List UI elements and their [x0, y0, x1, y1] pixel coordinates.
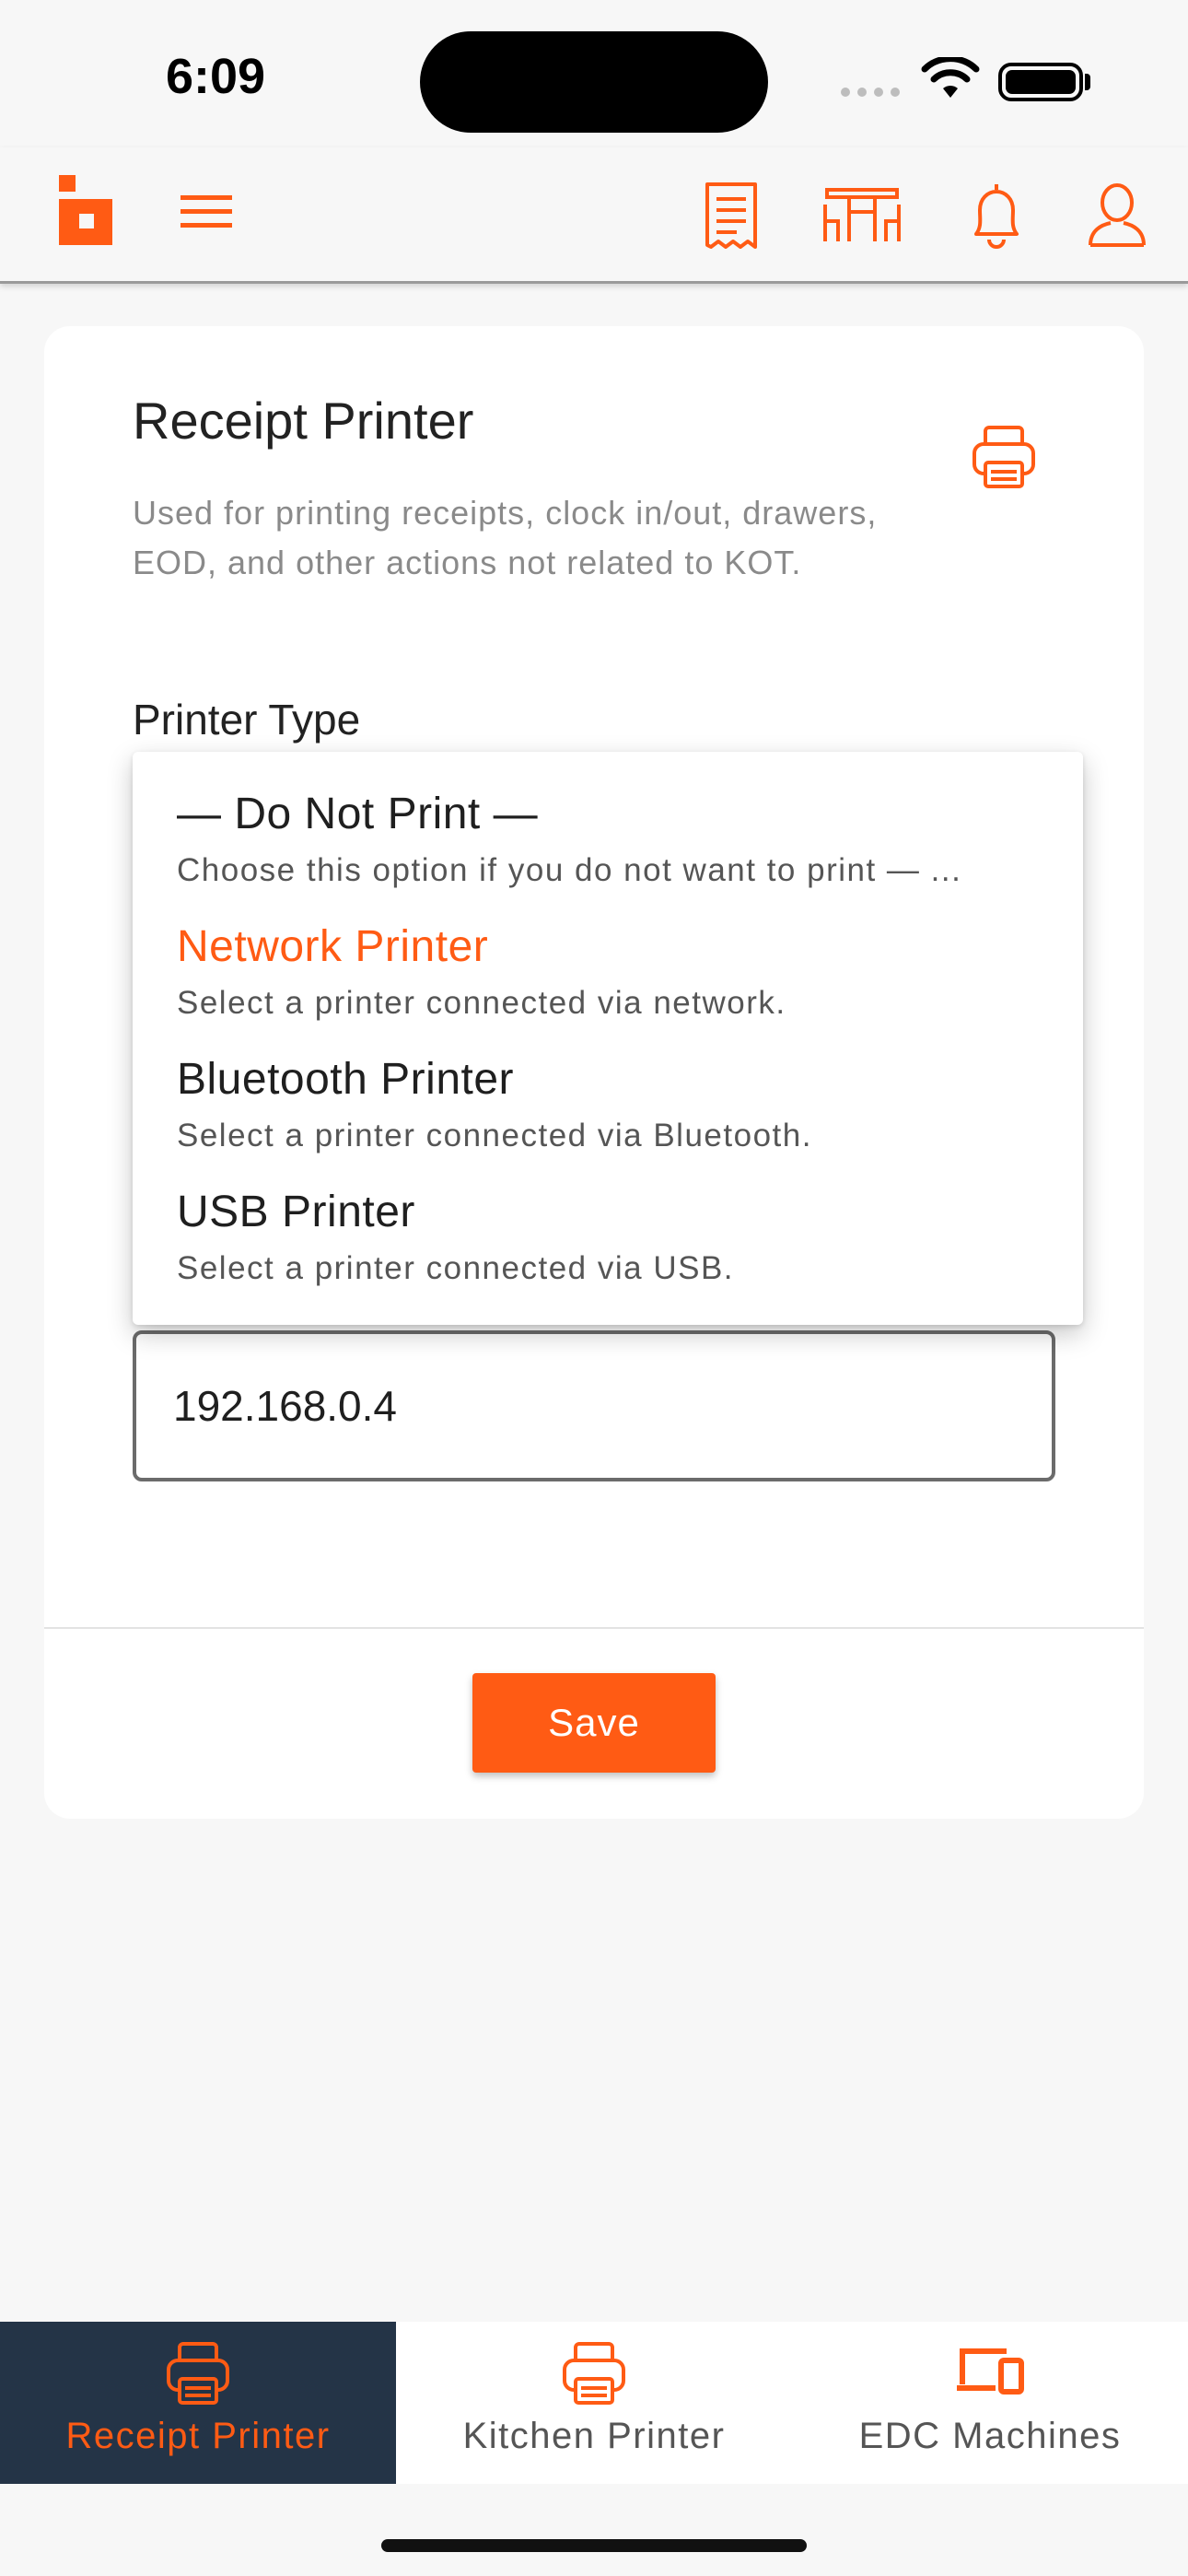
- bell-icon[interactable]: [967, 181, 1026, 249]
- printer-type-label: Printer Type: [133, 696, 361, 744]
- menu-icon[interactable]: [181, 193, 232, 230]
- home-indicator[interactable]: [381, 2539, 807, 2552]
- status-time: 6:09: [166, 49, 266, 104]
- card-title: Receipt Printer: [133, 392, 474, 450]
- option-usb-printer[interactable]: USB Printer Select a printer connected v…: [177, 1187, 1052, 1287]
- tab-kitchen-printer[interactable]: Kitchen Printer: [396, 2322, 792, 2484]
- option-subtitle: Select a printer connected via network.: [177, 985, 786, 1021]
- receipt-icon[interactable]: [704, 181, 759, 251]
- option-title: Network Printer: [177, 922, 489, 971]
- save-button[interactable]: Save: [472, 1673, 716, 1773]
- card-divider: [44, 1627, 1144, 1629]
- tab-receipt-printer[interactable]: Receipt Printer: [0, 2322, 396, 2484]
- tables-icon[interactable]: [821, 184, 903, 245]
- tab-edc-machines[interactable]: EDC Machines: [792, 2322, 1188, 2484]
- option-subtitle: Select a printer connected via Bluetooth…: [177, 1118, 812, 1153]
- ip-address-input[interactable]: 192.168.0.4: [133, 1330, 1055, 1481]
- printer-icon: [167, 2342, 229, 2405]
- battery-icon: [998, 63, 1083, 101]
- wifi-icon: [921, 57, 980, 98]
- option-title: — Do Not Print —: [177, 790, 539, 838]
- printer-icon: [563, 2342, 625, 2405]
- dynamic-island: [420, 31, 768, 133]
- app-header: [0, 147, 1188, 284]
- option-subtitle: Select a printer connected via USB.: [177, 1250, 735, 1286]
- tab-label: Kitchen Printer: [462, 2416, 726, 2456]
- battery-tip: [1085, 74, 1090, 90]
- tab-label: Receipt Printer: [65, 2416, 331, 2456]
- signal-icon: [841, 88, 900, 97]
- tab-label: EDC Machines: [858, 2416, 1122, 2456]
- devices-icon: [957, 2348, 1024, 2395]
- option-network-printer[interactable]: Network Printer Select a printer connect…: [177, 921, 1052, 1022]
- logo-icon[interactable]: [59, 175, 112, 245]
- printer-type-dropdown: — Do Not Print — Choose this option if y…: [133, 752, 1083, 1325]
- bottom-tab-bar: Receipt Printer Kitchen Printer EDC Mach…: [0, 2322, 1188, 2484]
- option-do-not-print[interactable]: — Do Not Print — Choose this option if y…: [177, 789, 1052, 889]
- option-bluetooth-printer[interactable]: Bluetooth Printer Select a printer conne…: [177, 1054, 1052, 1154]
- card-description: Used for printing receipts, clock in/out…: [133, 494, 878, 581]
- option-title: USB Printer: [177, 1188, 415, 1236]
- user-icon[interactable]: [1087, 182, 1147, 249]
- option-subtitle: Choose this option if you do not want to…: [177, 852, 962, 888]
- option-title: Bluetooth Printer: [177, 1055, 515, 1104]
- printer-icon: [973, 426, 1035, 488]
